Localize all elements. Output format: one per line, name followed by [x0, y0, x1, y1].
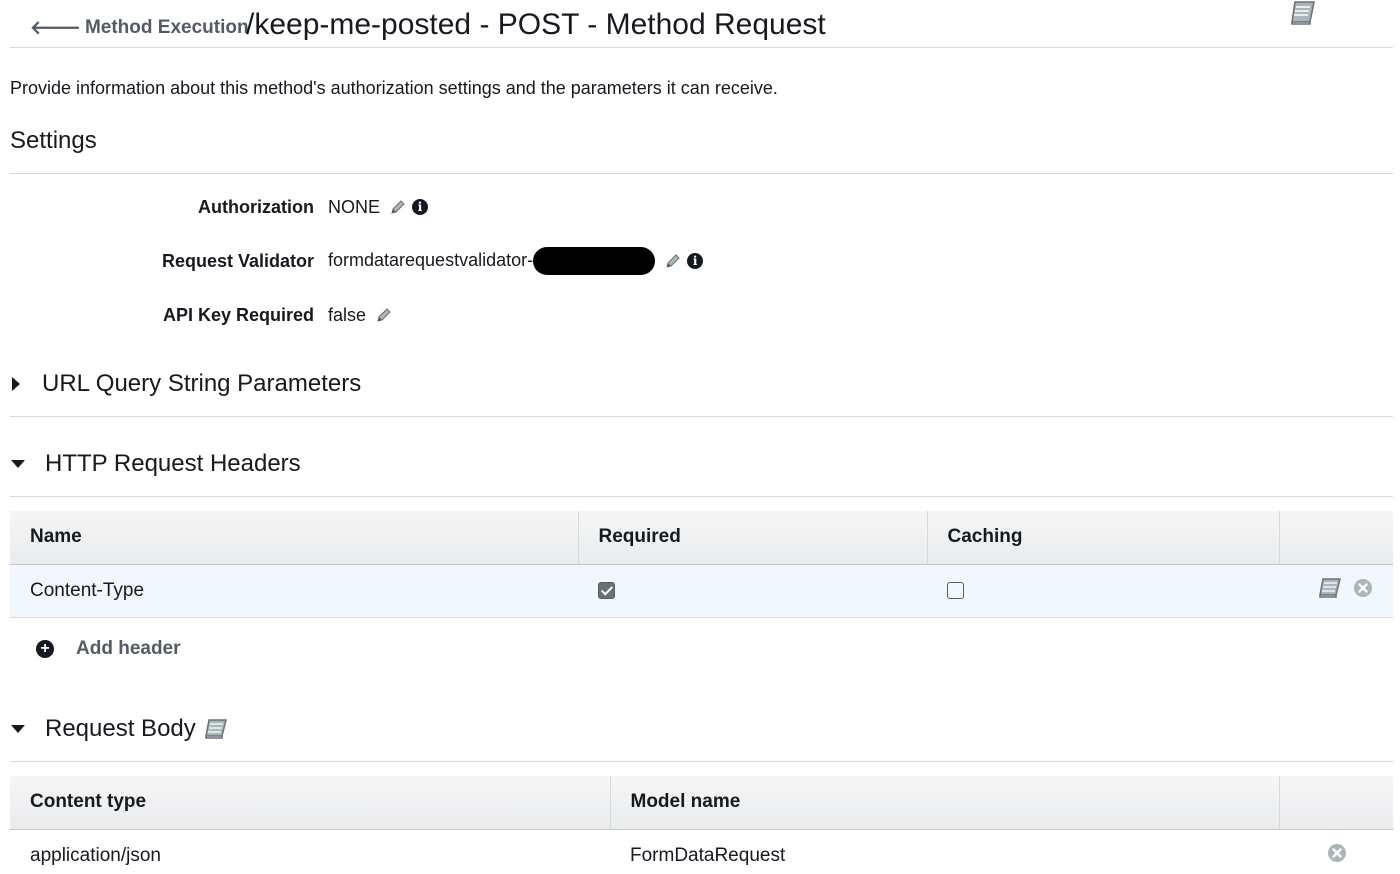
divider — [10, 173, 1393, 174]
authorization-row: Authorization NONE i — [10, 192, 429, 222]
book-icon[interactable] — [1289, 0, 1317, 31]
caching-cell — [927, 564, 1279, 618]
pencil-icon[interactable] — [665, 253, 681, 269]
api-key-required-value: false — [328, 304, 367, 325]
pencil-icon[interactable] — [376, 307, 392, 323]
headers-table: Name Required Caching Content-Type — [10, 511, 1393, 618]
column-header-required[interactable]: Required — [578, 511, 928, 565]
page-header: 🡐 Method Execution /keep-me-posted - POS… — [10, 0, 1393, 48]
page-description: Provide information about this method's … — [10, 78, 778, 98]
column-header-caching[interactable]: Caching — [927, 511, 1280, 565]
page-title: /keep-me-posted - POST - Method Request — [246, 8, 826, 41]
column-header-name[interactable]: Name — [10, 511, 579, 565]
url-query-section-toggle[interactable]: URL Query String Parameters — [10, 370, 361, 398]
row-actions — [1279, 829, 1393, 874]
http-headers-section-toggle[interactable]: HTTP Request Headers — [10, 450, 301, 478]
divider — [10, 761, 1393, 762]
add-header-label: Add header — [76, 638, 181, 659]
authorization-label: Authorization — [198, 196, 314, 217]
arrow-left-icon: 🡐 — [30, 18, 81, 39]
url-query-section-title: URL Query String Parameters — [42, 370, 362, 397]
settings-heading: Settings — [10, 127, 97, 154]
column-header-actions — [1279, 511, 1393, 565]
back-to-method-execution-link[interactable]: 🡐 Method Execution — [30, 16, 249, 40]
divider — [10, 496, 1393, 497]
redaction-block — [533, 247, 656, 275]
request-body-section-title: Request Body — [45, 715, 196, 742]
row-actions — [1279, 564, 1393, 618]
request-validator-text: formdatarequestvalidator- — [328, 249, 534, 270]
request-validator-value: formdatarequestvalidator- — [328, 247, 656, 275]
add-header-button[interactable]: + Add header — [36, 638, 181, 660]
authorization-value: NONE — [328, 196, 381, 217]
column-header-content-type[interactable]: Content type — [10, 776, 611, 830]
api-key-required-label: API Key Required — [162, 304, 314, 325]
info-icon[interactable]: i — [412, 199, 429, 215]
request-validator-row: Request Validator formdatarequestvalidat… — [10, 246, 704, 276]
back-link-label: Method Execution — [84, 17, 249, 38]
request-body-section-toggle[interactable]: Request Body — [10, 715, 228, 743]
header-name-cell: Content-Type — [10, 564, 578, 618]
table-row[interactable]: Content-Type — [10, 564, 1393, 618]
caret-down-icon — [11, 460, 25, 468]
api-key-required-row: API Key Required false — [10, 300, 392, 330]
book-icon[interactable] — [1318, 577, 1342, 605]
column-header-model-name[interactable]: Model name — [610, 776, 1280, 830]
pencil-icon[interactable] — [390, 199, 406, 215]
model-name-cell: FormDataRequest — [610, 829, 1279, 874]
column-header-actions — [1279, 776, 1393, 830]
http-headers-section-title: HTTP Request Headers — [45, 450, 301, 477]
info-icon[interactable]: i — [687, 253, 704, 269]
caret-down-icon — [11, 725, 25, 733]
request-validator-label: Request Validator — [161, 250, 314, 271]
request-body-table: Content type Model name application/json… — [10, 776, 1393, 874]
book-icon[interactable] — [204, 718, 228, 740]
content-type-cell: application/json — [10, 829, 610, 874]
table-row[interactable]: application/json FormDataRequest — [10, 829, 1393, 874]
caching-checkbox[interactable] — [947, 581, 964, 599]
caret-right-icon — [12, 377, 20, 391]
remove-circle-icon[interactable] — [1327, 843, 1347, 869]
required-cell — [578, 564, 927, 618]
divider — [10, 416, 1393, 417]
remove-circle-icon[interactable] — [1353, 578, 1373, 604]
plus-circle-icon: + — [36, 640, 54, 658]
required-checkbox[interactable] — [598, 581, 615, 599]
